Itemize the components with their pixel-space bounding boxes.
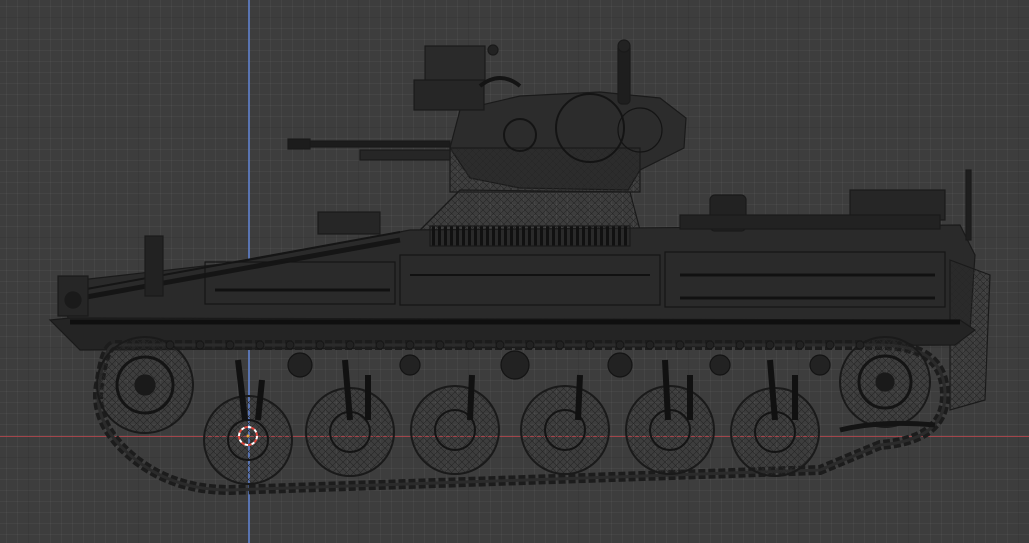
track-assembly [93,336,951,496]
3d-cursor-icon[interactable] [237,425,259,447]
3d-viewport[interactable] [0,0,1029,543]
turret [287,39,687,231]
vehicle-wireframe-model[interactable] [0,0,1029,543]
